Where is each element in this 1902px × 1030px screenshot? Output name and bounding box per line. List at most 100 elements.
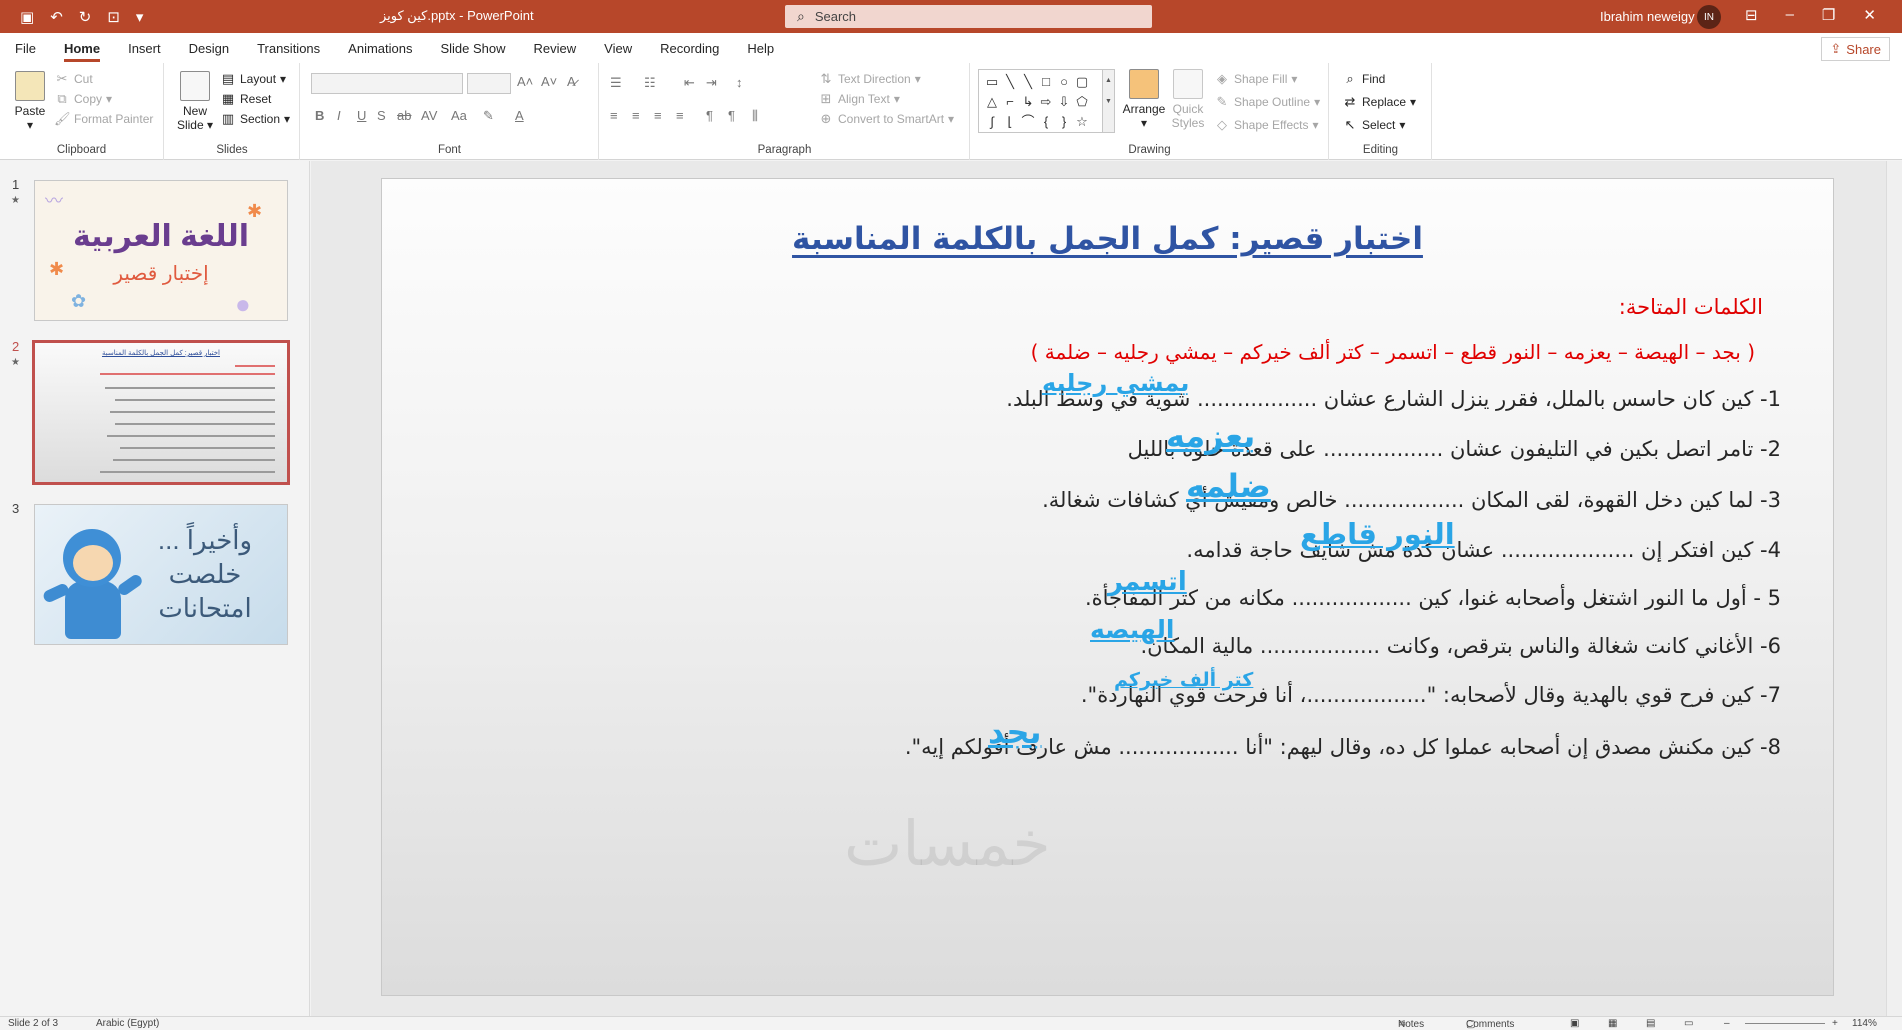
reset-button[interactable]: ▦ Reset (220, 91, 272, 107)
reading-view-icon[interactable]: ▤ (1646, 1018, 1655, 1029)
shadow-icon[interactable]: S (377, 108, 386, 123)
answer-2[interactable]: يعزمه (1166, 417, 1255, 455)
italic-icon[interactable]: I (337, 108, 341, 123)
oval-shape-icon[interactable]: ○ (1055, 72, 1073, 92)
arrow-down-shape-icon[interactable]: ⇩ (1055, 92, 1073, 112)
copy-button[interactable]: ⧉ Copy ▾ (54, 91, 112, 107)
cut-button[interactable]: ✂ Cut (54, 71, 93, 87)
slideshow-view-icon[interactable]: ▭ (1684, 1018, 1693, 1029)
slide-thumbnail-3[interactable]: وأخيراً ... خلصت امتحانات (34, 504, 288, 645)
ribbon-display-icon[interactable]: ⊟ (1745, 6, 1758, 24)
brace-left-shape-icon[interactable]: { (1037, 112, 1055, 132)
shapes-gallery-scroll[interactable]: ▲ ▼ (1102, 69, 1115, 133)
answer-7[interactable]: كتر ألف خيركم (1114, 669, 1253, 691)
arrange-button[interactable]: Arrange ▾ (1122, 69, 1166, 130)
align-text-button[interactable]: ⊞ Align Text ▾ (818, 91, 900, 107)
tab-view[interactable]: View (604, 35, 632, 62)
clear-format-icon[interactable]: A̷ (567, 74, 576, 89)
text-direction-button[interactable]: ⇅ Text Direction ▾ (818, 71, 921, 87)
question-3[interactable]: 3- لما كين دخل القهوة، لقى المكان ......… (1042, 488, 1781, 512)
align-right-icon[interactable]: ≡ (654, 108, 662, 123)
question-6[interactable]: 6- الأغاني كانت شغالة والناس بترقص، وكان… (1140, 634, 1781, 658)
brace-right-shape-icon[interactable]: } (1055, 112, 1073, 132)
shapes-gallery[interactable]: ▭ ╲ ╲ □ ○ ▢ △ ⌐ ↳ ⇨ ⇩ ⬠ ∫ ⌊ ⌒{} ☆ (978, 69, 1104, 133)
font-size-combo[interactable] (467, 73, 511, 94)
connector-shape-icon[interactable]: ↳ (1019, 92, 1037, 112)
shape-effects-button[interactable]: ◇ Shape Effects ▾ (1214, 117, 1319, 133)
grow-font-icon[interactable]: A˄ (517, 74, 533, 89)
rounded-rect-shape-icon[interactable]: ▢ (1073, 72, 1091, 92)
flowchart-shape-icon[interactable]: ⬠ (1073, 92, 1091, 112)
arc-shape-icon[interactable]: ⌒ (1019, 112, 1037, 132)
question-4[interactable]: 4- كين افتكر إن .................... عشا… (1186, 538, 1781, 562)
highlight-icon[interactable]: ✎ (483, 108, 494, 124)
layout-button[interactable]: ▤ Layout ▾ (220, 71, 286, 87)
line2-shape-icon[interactable]: ╲ (1019, 72, 1037, 92)
strikethrough-icon[interactable]: ab (397, 108, 411, 123)
tab-home[interactable]: Home (63, 35, 101, 62)
answer-5[interactable]: اتسمر (1108, 567, 1187, 597)
bracket-shape-icon[interactable]: ⌊ (1001, 112, 1019, 132)
select-button[interactable]: ↖ Select ▾ (1342, 117, 1406, 133)
shape-outline-button[interactable]: ✎ Shape Outline ▾ (1214, 94, 1321, 110)
answer-6[interactable]: الهيصه (1090, 615, 1174, 644)
find-button[interactable]: ⌕ Find (1342, 71, 1385, 87)
words-label[interactable]: الكلمات المتاحة: (1619, 295, 1763, 319)
tab-slide-show[interactable]: Slide Show (440, 35, 505, 62)
star-shape-icon[interactable]: ☆ (1073, 112, 1091, 132)
tab-recording[interactable]: Recording (660, 35, 719, 62)
answer-8[interactable]: بجد (988, 713, 1042, 751)
word-bank[interactable]: ( بجد – الهيصة – يعزمه – النور قطع – اتس… (1031, 340, 1755, 364)
search-box[interactable]: ⌕ Search (785, 5, 1152, 28)
shape-fill-button[interactable]: ◈ Shape Fill ▾ (1214, 71, 1297, 87)
vertical-scrollbar[interactable] (1886, 161, 1902, 1016)
ltr-icon[interactable]: ¶ (706, 108, 713, 123)
close-icon[interactable]: ✕ (1863, 6, 1876, 24)
rtl-icon[interactable]: ¶ (728, 108, 735, 123)
change-case-icon[interactable]: Aa (451, 108, 467, 123)
current-slide[interactable]: اختبار قصير: كمل الجمل بالكلمة المناسبة … (381, 178, 1834, 996)
question-5[interactable]: 5 - أول ما النور اشتغل وأصحابه غنوا، كين… (1085, 586, 1781, 610)
tab-transitions[interactable]: Transitions (257, 35, 320, 62)
avatar[interactable]: IN (1697, 5, 1721, 29)
paste-button[interactable]: Paste ▾ (10, 71, 50, 132)
font-color-icon[interactable]: A (515, 108, 524, 123)
customize-qat-icon[interactable]: ▾ (136, 8, 144, 26)
language-indicator[interactable]: Arabic (Egypt) (96, 1018, 159, 1029)
tab-insert[interactable]: Insert (128, 35, 161, 62)
format-painter-button[interactable]: 🖌 Format Painter (54, 111, 153, 127)
section-button[interactable]: ▥ Section ▾ (220, 111, 290, 127)
slide-thumbnail-2[interactable]: اختبار قصير: كمل الجمل بالكلمة المناسبة (32, 340, 290, 485)
tab-review[interactable]: Review (534, 35, 577, 62)
zoom-out-icon[interactable]: – (1724, 1018, 1730, 1029)
convert-smartart-button[interactable]: ⊕ Convert to SmartArt ▾ (818, 111, 955, 127)
share-button[interactable]: ⇪ Share (1821, 37, 1890, 61)
increase-indent-icon[interactable]: ⇥ (706, 75, 717, 91)
columns-icon[interactable]: ⫼ (752, 108, 758, 124)
zoom-level[interactable]: 114% (1852, 1018, 1877, 1029)
slide-title[interactable]: اختبار قصير: كمل الجمل بالكلمة المناسبة (382, 221, 1833, 257)
text-box-shape-icon[interactable]: ▭ (983, 72, 1001, 92)
undo-icon[interactable]: ↶ (50, 8, 63, 26)
present-icon[interactable]: ⊡ (107, 8, 120, 26)
triangle-shape-icon[interactable]: △ (983, 92, 1001, 112)
answer-4[interactable]: النور قاطع (1300, 517, 1455, 551)
replace-button[interactable]: ⇄ Replace ▾ (1342, 94, 1417, 110)
decrease-indent-icon[interactable]: ⇤ (684, 75, 695, 91)
slide-thumbnail-1[interactable]: 〰 ✱ ✱ ● ✿ اللغة العربية إختبار قصير (34, 180, 288, 321)
arrow-right-shape-icon[interactable]: ⇨ (1037, 92, 1055, 112)
answer-1[interactable]: يمشي رجليه (1042, 369, 1189, 397)
numbering-icon[interactable]: ☷ (644, 75, 656, 91)
zoom-in-icon[interactable]: + (1832, 1018, 1838, 1029)
underline-icon[interactable]: U (357, 108, 366, 123)
shrink-font-icon[interactable]: A˅ (541, 74, 557, 89)
save-icon[interactable]: ▣ (20, 8, 34, 26)
tab-help[interactable]: Help (747, 35, 774, 62)
restore-icon[interactable]: ❐ (1822, 6, 1835, 24)
bullets-icon[interactable]: ☰ (610, 75, 622, 91)
new-slide-button[interactable]: New Slide ▾ (175, 71, 215, 132)
answer-3[interactable]: ضلمه (1186, 467, 1271, 505)
normal-view-icon[interactable]: ▣ (1570, 1018, 1579, 1029)
tab-file[interactable]: File (15, 35, 36, 62)
char-spacing-icon[interactable]: AV (421, 108, 437, 123)
